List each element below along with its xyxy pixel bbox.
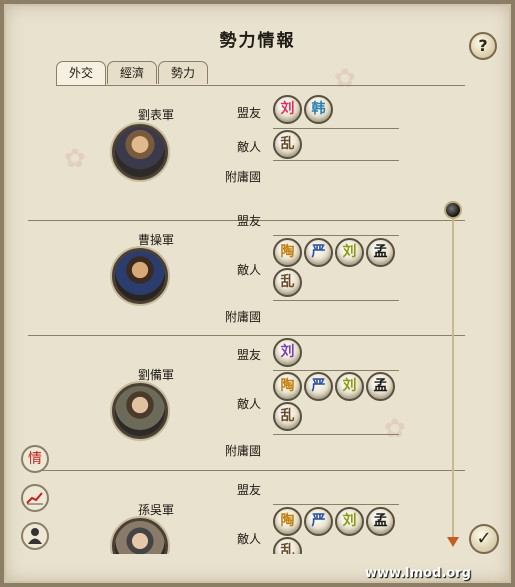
enemy-badges: 陶严刘孟乱	[273, 507, 401, 554]
intel-icon: 情	[28, 451, 42, 467]
ally-badges: 刘韩	[273, 95, 401, 125]
intel-button[interactable]: 情	[21, 445, 49, 473]
window-title: 勢力情報	[219, 31, 296, 51]
tab-economy[interactable]: 經濟	[107, 61, 158, 84]
scroll-down-arrow-icon[interactable]	[447, 537, 459, 547]
faction-badge[interactable]: 严	[304, 507, 333, 536]
enemy-badges: 乱	[273, 130, 401, 160]
chart-icon	[26, 492, 43, 505]
faction-badge[interactable]: 乱	[273, 402, 302, 431]
help-button[interactable]: ?	[469, 32, 497, 60]
faction-badge[interactable]: 乱	[273, 130, 302, 159]
faction-badge[interactable]: 刘	[335, 507, 364, 536]
force-name: 曹操軍	[137, 233, 174, 247]
enemy-label: 敵人	[236, 140, 261, 154]
row-divider	[273, 235, 399, 236]
row-divider	[273, 370, 399, 371]
scrollbar-track[interactable]	[452, 212, 454, 542]
vassal-label: 附庸國	[224, 444, 261, 458]
stats-button[interactable]	[21, 484, 49, 512]
faction-badge[interactable]: 韩	[304, 95, 333, 124]
enemy-badges: 陶严刘孟乱	[273, 372, 401, 432]
faction-badge[interactable]: 刘	[273, 95, 302, 124]
faction-badge[interactable]: 陶	[273, 507, 302, 536]
tab-force[interactable]: 勢力	[158, 61, 209, 84]
faction-badge[interactable]: 刘	[335, 238, 364, 267]
officer-button[interactable]	[21, 522, 49, 550]
faction-badge[interactable]: 孟	[366, 238, 395, 267]
site-watermark: www.lmod.org	[365, 566, 471, 581]
row-divider	[273, 128, 399, 129]
faction-badge[interactable]: 陶	[273, 372, 302, 401]
row-divider	[273, 504, 399, 505]
ruler-portrait	[112, 383, 168, 439]
tab-diplomacy[interactable]: 外交	[56, 61, 107, 86]
vassal-label: 附庸國	[224, 170, 261, 184]
row-divider	[273, 160, 399, 161]
scrollbar-thumb[interactable]	[444, 201, 462, 219]
force-name: 孫吳軍	[137, 503, 174, 517]
ruler-portrait	[112, 518, 168, 554]
ally-label: 盟友	[236, 348, 261, 362]
enemy-label: 敵人	[236, 532, 261, 546]
force-list: 劉表軍 盟友 刘韩 敵人 乱 附庸國 曹操軍 盟友 敵人 陶严刘孟乱 附庸國 劉…	[28, 86, 465, 554]
enemy-label: 敵人	[236, 263, 261, 277]
confirm-button[interactable]: ✓	[469, 524, 499, 554]
faction-badge[interactable]: 乱	[273, 268, 302, 297]
force-name: 劉表軍	[137, 108, 174, 122]
ruler-portrait	[112, 124, 168, 180]
ally-label: 盟友	[236, 214, 261, 228]
force-row[interactable]: 曹操軍 盟友 敵人 陶严刘孟乱 附庸國	[28, 201, 465, 336]
force-row[interactable]: 孫吳軍 盟友 敵人 陶严刘孟乱	[28, 471, 465, 554]
faction-badge[interactable]: 孟	[366, 507, 395, 536]
general-icon	[28, 528, 42, 544]
ally-label: 盟友	[236, 106, 261, 120]
faction-badge[interactable]: 严	[304, 372, 333, 401]
enemy-label: 敵人	[236, 397, 261, 411]
tab-bar: 外交 經濟 勢力	[56, 61, 209, 86]
vassal-label: 附庸國	[224, 310, 261, 324]
force-name: 劉備軍	[137, 368, 174, 382]
force-row[interactable]: 劉備軍 盟友 刘 敵人 陶严刘孟乱 附庸國	[28, 336, 465, 471]
ruler-portrait	[112, 248, 168, 304]
row-divider	[273, 434, 399, 435]
faction-badge[interactable]: 刘	[273, 338, 302, 367]
ally-badges: 刘	[273, 338, 401, 368]
ally-label: 盟友	[236, 483, 261, 497]
faction-badge[interactable]: 刘	[335, 372, 364, 401]
faction-badge[interactable]: 陶	[273, 238, 302, 267]
enemy-badges: 陶严刘孟乱	[273, 238, 401, 298]
faction-badge[interactable]: 孟	[366, 372, 395, 401]
row-divider	[273, 300, 399, 301]
faction-badge[interactable]: 乱	[273, 537, 302, 554]
faction-badge[interactable]: 严	[304, 238, 333, 267]
